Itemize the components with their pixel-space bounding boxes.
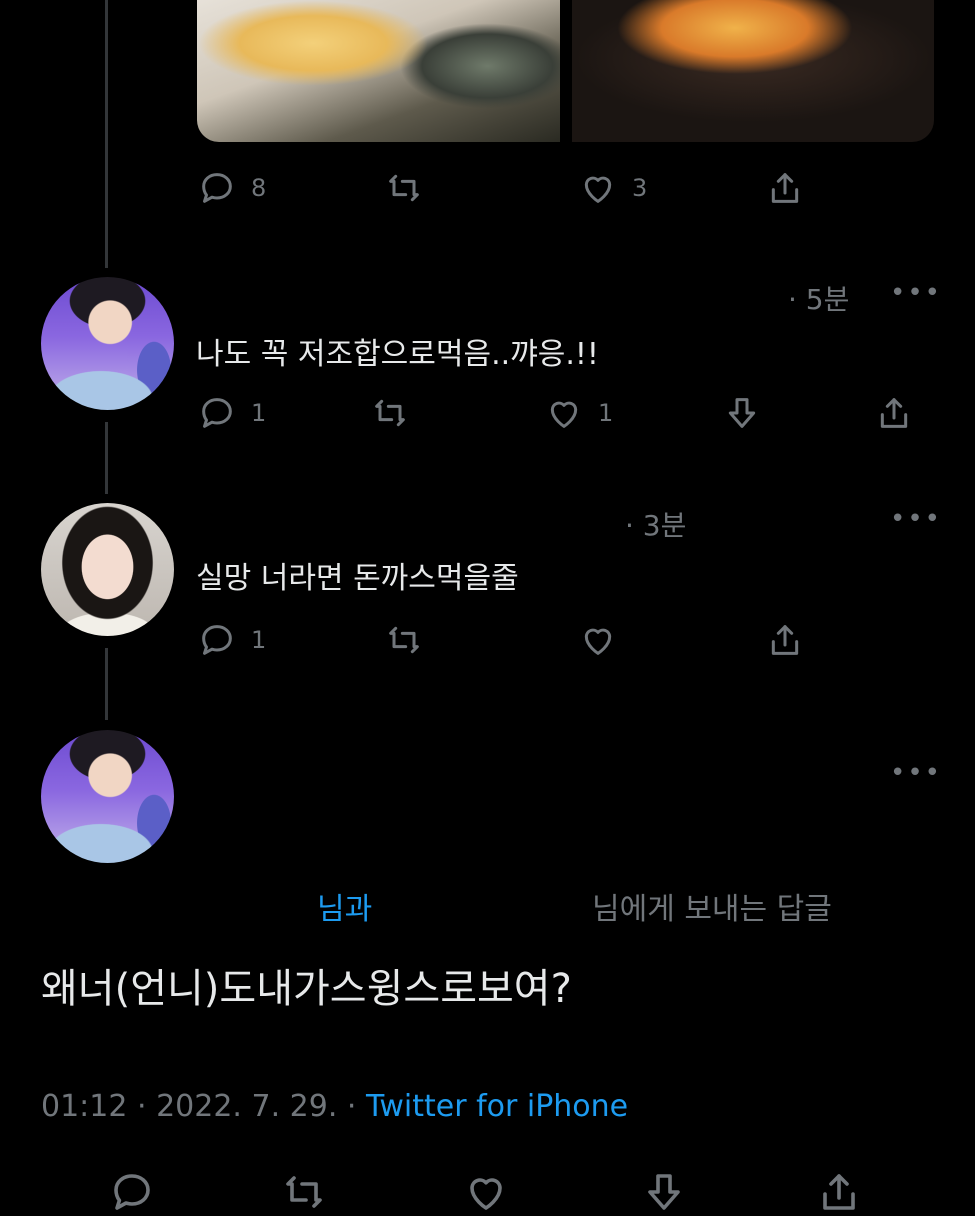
share-button[interactable] [765,620,805,660]
like-count: 1 [598,399,614,427]
retweet-icon [389,174,419,202]
like-button[interactable] [462,1168,510,1216]
like-icon [550,401,578,428]
downvote-icon [728,398,756,428]
downvote-button[interactable] [640,1168,688,1216]
avatar[interactable] [41,277,174,410]
reply-to-mention[interactable]: 님과 [317,884,372,928]
reply-button[interactable] [108,1168,156,1216]
tweet-metadata: 01:12 · 2022. 7. 29. · Twitter for iPhon… [41,1089,628,1124]
reply-icon [202,173,232,203]
thread-line-middle [105,422,108,494]
like-icon [584,176,612,203]
retweet-button[interactable] [280,1168,328,1216]
reply-text: 나도 꼭 저조합으로먹음..꺄응.!! [196,337,599,372]
reply-count: 1 [251,399,267,427]
share-icon [771,173,799,203]
reply-button[interactable]: 1 [197,620,266,660]
thread-line-top [105,0,108,268]
reply-time: · 5분 [788,283,850,316]
reply-time: · 3분 [625,509,687,542]
more-icon[interactable]: ••• [890,504,942,534]
share-icon [823,1174,855,1210]
tweet-source[interactable]: Twitter for iPhone [366,1089,628,1124]
share-button[interactable] [874,393,914,433]
reply-icon [114,1174,150,1210]
downvote-icon [648,1174,680,1210]
avatar[interactable] [41,730,174,863]
reply-icon [202,625,232,655]
retweet-button[interactable] [384,620,424,660]
share-button[interactable] [765,168,805,208]
share-icon [771,625,799,655]
thread-line-bottom [105,648,108,720]
more-icon[interactable]: ••• [890,278,942,308]
tweet-timestamp: 01:12 · 2022. 7. 29. · [41,1089,357,1124]
reply-count: 1 [251,626,267,654]
downvote-button[interactable] [722,393,762,433]
main-tweet-text: 왜너(언니)도내가스윙스로보여? [41,966,572,1012]
like-count: 3 [632,174,648,202]
reply-to-label: 님에게 보내는 답글 [592,892,832,927]
retweet-icon [389,626,419,654]
retweet-icon [286,1176,322,1208]
retweet-button[interactable] [384,168,424,208]
reply-button[interactable]: 8 [197,168,266,208]
like-icon [584,628,612,655]
reply-text: 실망 너라면 돈까스먹을줄 [196,561,519,596]
tteokbokki-stew-photo[interactable] [572,0,934,142]
avatar[interactable] [41,503,174,636]
like-button[interactable]: 3 [578,168,647,208]
retweet-icon [375,399,405,427]
reply-icon [202,398,232,428]
like-button[interactable] [578,620,618,660]
share-button[interactable] [815,1168,863,1216]
like-icon [470,1178,502,1210]
like-button[interactable]: 1 [544,393,613,433]
more-icon[interactable]: ••• [890,758,942,788]
reply-count: 8 [251,174,267,202]
reply-button[interactable]: 1 [197,393,266,433]
cheese-fries-photo[interactable] [197,0,560,142]
share-icon [880,398,908,428]
retweet-button[interactable] [370,393,410,433]
